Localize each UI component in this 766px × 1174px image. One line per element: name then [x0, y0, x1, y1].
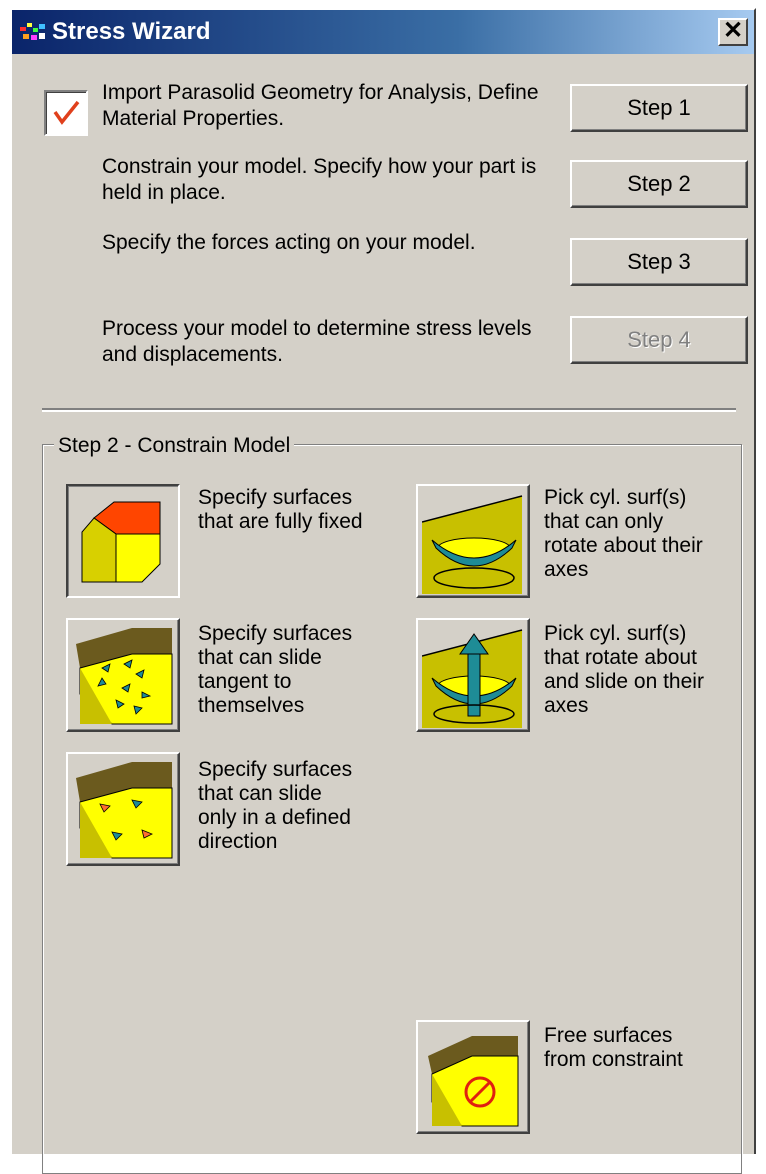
title-bar[interactable]: Stress Wizard ✕ — [12, 10, 754, 54]
step-3-description: Specify the forces acting on your model. — [102, 231, 476, 254]
slide-tangent-label: Specify surfaces that can slide tangent … — [198, 622, 353, 717]
step-4-description: Process your model to determine stress l… — [102, 317, 532, 366]
fixed-surface-icon — [81, 501, 161, 583]
cylinder-rotate-slide-button[interactable] — [416, 618, 530, 732]
step-3-button[interactable]: Step 3 — [570, 238, 748, 286]
step-4-button: Step 4 — [570, 316, 748, 364]
slide-direction-button[interactable] — [66, 752, 180, 866]
step-2-description: Constrain your model. Specify how your p… — [102, 155, 537, 204]
slide-tangent-button[interactable] — [66, 618, 180, 732]
slide-direction-label: Specify surfaces that can slide only in … — [198, 758, 353, 853]
cylinder-rotate-slide-label: Pick cyl. surf(s) that rotate about and … — [544, 622, 704, 717]
cylinder-rotate-icon — [422, 494, 523, 594]
step-2-button[interactable]: Step 2 — [570, 160, 748, 208]
fixed-surface-button[interactable] — [66, 484, 180, 598]
step-1-button[interactable]: Step 1 — [570, 84, 748, 132]
window-title: Stress Wizard — [52, 18, 211, 45]
cylinder-rotate-slide-icon — [422, 628, 523, 728]
step-1-description: Import Parasolid Geometry for Analysis, … — [102, 81, 539, 130]
cylinder-rotate-label: Pick cyl. surf(s) that can only rotate a… — [544, 486, 703, 581]
free-surface-button[interactable] — [416, 1020, 530, 1134]
free-surface-label: Free surfaces from constraint — [544, 1024, 683, 1071]
separator — [42, 408, 736, 412]
slide-tangent-icon — [76, 628, 173, 725]
app-icon — [20, 23, 45, 40]
slide-direction-icon — [76, 762, 173, 859]
group-title: Step 2 - Constrain Model — [54, 434, 295, 458]
step-1-complete-checkbox[interactable] — [44, 90, 88, 136]
stress-wizard-dialog: Stress Wizard ✕ Import Parasolid Geometr… — [10, 8, 756, 1174]
check-mark-icon — [53, 100, 80, 125]
fixed-surface-label: Specify surfaces that are fully fixed — [198, 486, 363, 533]
close-icon: ✕ — [722, 17, 744, 44]
close-button[interactable]: ✕ — [718, 18, 748, 46]
cylinder-rotate-button[interactable] — [416, 484, 530, 598]
free-surface-icon — [428, 1036, 519, 1127]
